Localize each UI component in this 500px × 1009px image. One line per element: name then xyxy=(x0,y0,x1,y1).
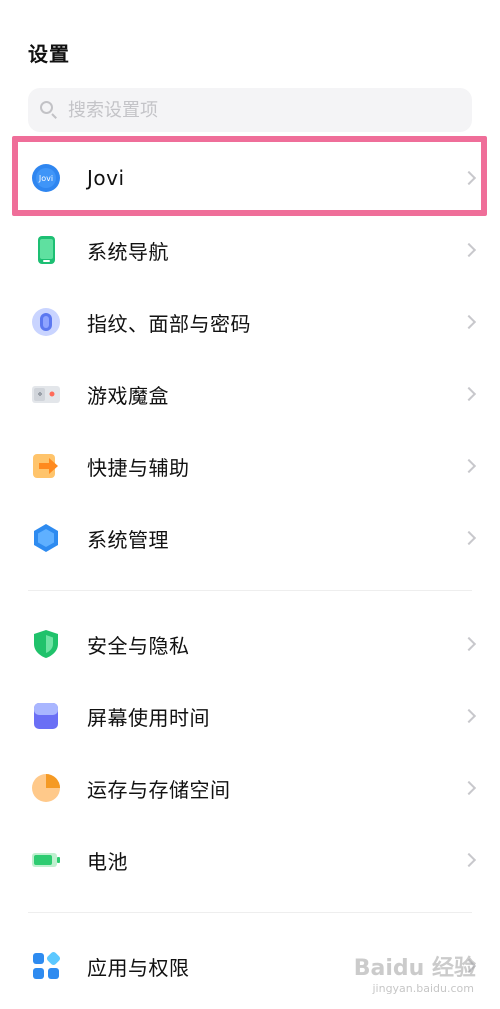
settings-item-label: 快捷与辅助 xyxy=(87,455,190,480)
settings-item-label: 安全与隐私 xyxy=(87,633,190,658)
section-divider xyxy=(28,912,472,913)
settings-item-label: 指纹、面部与密码 xyxy=(87,311,251,336)
chevron-right-icon xyxy=(461,314,477,330)
settings-item-label: 应用与权限 xyxy=(87,955,190,980)
settings-item-system-navigation[interactable]: 系统导航 xyxy=(0,214,500,286)
settings-item-label: Jovi xyxy=(87,166,125,190)
settings-item-shortcuts[interactable]: 快捷与辅助 xyxy=(0,430,500,502)
settings-item-system-management[interactable]: 系统管理 xyxy=(0,502,500,574)
settings-item-storage[interactable]: 运存与存储空间 xyxy=(0,752,500,824)
storage-pie-icon xyxy=(31,773,61,803)
chevron-right-icon xyxy=(461,530,477,546)
chevron-right-icon xyxy=(461,242,477,258)
settings-item-screen-time[interactable]: 屏幕使用时间 xyxy=(0,680,500,752)
chevron-right-icon xyxy=(461,780,477,796)
screen-time-icon xyxy=(31,701,61,731)
chevron-right-icon xyxy=(461,458,477,474)
settings-item-label: 系统导航 xyxy=(87,239,169,264)
settings-item-label: 运存与存储空间 xyxy=(87,777,231,802)
settings-item-label: 系统管理 xyxy=(87,527,169,552)
settings-item-game-box[interactable]: 游戏魔盒 xyxy=(0,358,500,430)
battery-icon xyxy=(31,845,61,875)
chevron-right-icon xyxy=(461,170,477,186)
shortcut-arrow-icon xyxy=(31,451,61,481)
search-input[interactable] xyxy=(68,99,428,121)
settings-item-label: 电池 xyxy=(87,849,128,874)
chevron-right-icon xyxy=(461,708,477,724)
settings-item-label: 游戏魔盒 xyxy=(87,383,169,408)
settings-item-label: 屏幕使用时间 xyxy=(87,705,210,730)
section-divider xyxy=(28,590,472,591)
search-icon xyxy=(40,101,58,119)
fingerprint-icon xyxy=(31,307,61,337)
apps-grid-icon xyxy=(31,951,61,981)
settings-item-fingerprint[interactable]: 指纹、面部与密码 xyxy=(0,286,500,358)
chevron-right-icon xyxy=(461,386,477,402)
settings-item-jovi[interactable]: Jovi Jovi xyxy=(0,142,500,214)
chevron-right-icon xyxy=(461,636,477,652)
phone-navigation-icon xyxy=(31,235,61,265)
game-box-icon xyxy=(31,379,61,409)
jovi-icon: Jovi xyxy=(31,163,61,193)
search-bar[interactable] xyxy=(28,88,472,132)
svg-text:Jovi: Jovi xyxy=(38,174,53,183)
watermark-logo: Baidu 经验 xyxy=(353,956,476,981)
settings-item-battery[interactable]: 电池 xyxy=(0,824,500,896)
settings-item-security-privacy[interactable]: 安全与隐私 xyxy=(0,608,500,680)
chevron-right-icon xyxy=(461,852,477,868)
system-management-icon xyxy=(31,523,61,553)
shield-icon xyxy=(31,629,61,659)
page-title: 设置 xyxy=(28,42,70,66)
watermark-url: jingyan.baidu.com xyxy=(372,982,474,995)
